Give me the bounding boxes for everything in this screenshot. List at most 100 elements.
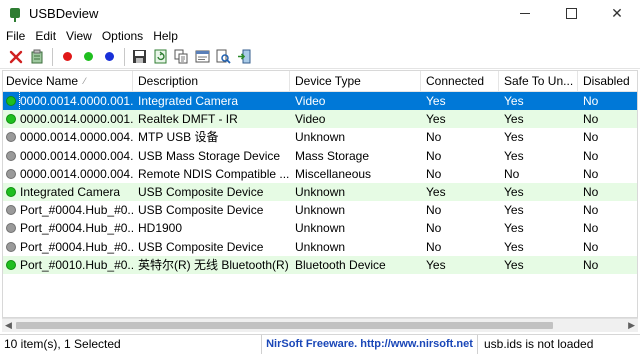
- col-disabled[interactable]: Disabled: [578, 71, 637, 91]
- find-button[interactable]: [213, 47, 233, 67]
- device-name-cell: Port_#0004.Hub_#0...: [3, 201, 133, 219]
- description-cell: USB Mass Storage Device: [138, 148, 281, 163]
- device-name-text: 0000.0014.0000.004....: [20, 166, 133, 181]
- column-header: Device Name ⁄ Description Device Type Con…: [3, 71, 637, 92]
- disconnect-button[interactable]: [6, 47, 26, 67]
- scroll-left-icon[interactable]: ◀: [5, 320, 12, 331]
- table-body: 0000.0014.0000.001.... Integrated Camera V…: [3, 92, 637, 274]
- device-type-cell: Miscellaneous: [295, 166, 372, 181]
- connected-cell: No: [426, 166, 442, 181]
- menu-file[interactable]: File: [0, 29, 30, 43]
- device-type-cell: Unknown: [295, 239, 346, 254]
- usb-ids-status: usb.ids is not loaded: [484, 337, 594, 351]
- device-name-text: 0000.0014.0000.004....: [20, 130, 133, 145]
- refresh-button[interactable]: [150, 47, 170, 67]
- menu-view[interactable]: View: [61, 29, 97, 43]
- device-name-text: Port_#0004.Hub_#0...: [20, 203, 133, 218]
- save-icon: [132, 50, 146, 63]
- connected-cell: Yes: [426, 257, 446, 272]
- description-cell: Realtek DMFT - IR: [138, 112, 238, 127]
- toolbar-separator: [52, 47, 53, 66]
- minimize-button[interactable]: [502, 0, 548, 27]
- description-cell: USB Composite Device: [138, 203, 264, 218]
- table-row[interactable]: Port_#0004.Hub_#0... USB Composite Device…: [3, 238, 637, 256]
- device-type-cell: Unknown: [295, 130, 346, 145]
- disabled-cell: No: [583, 203, 599, 218]
- nirsoft-link[interactable]: NirSoft Freeware. http://www.nirsoft.net: [262, 335, 478, 354]
- disconnected-status-icon: [6, 205, 16, 216]
- connected-cell: Yes: [426, 112, 446, 127]
- usb-plug-icon: [7, 6, 23, 22]
- device-name-text: 0000.0014.0000.001....: [19, 92, 133, 111]
- close-button[interactable]: ✕: [594, 0, 640, 27]
- disable-button[interactable]: [57, 47, 77, 67]
- connected-cell: Yes: [426, 185, 446, 200]
- description-cell: USB Composite Device: [138, 185, 264, 200]
- col-device-name[interactable]: Device Name ⁄: [3, 71, 133, 91]
- safe-to-unplug-cell: Yes: [504, 221, 524, 236]
- safe-to-unplug-cell: Yes: [504, 94, 524, 109]
- save-button[interactable]: [129, 47, 149, 67]
- green-dot-icon: [83, 52, 93, 61]
- table-row[interactable]: Integrated Camera USB Composite Device Unk…: [3, 182, 637, 202]
- device-name-cell: Port_#0010.Hub_#0...: [3, 256, 133, 274]
- menu-edit[interactable]: Edit: [30, 29, 61, 43]
- col-device-type[interactable]: Device Type: [290, 71, 421, 91]
- col-description[interactable]: Description: [133, 71, 290, 91]
- table-row[interactable]: Port_#0004.Hub_#0... HD1900 Unknown No Yes No: [3, 219, 637, 237]
- description-cell: HD1900: [138, 221, 183, 236]
- table-row[interactable]: Port_#0010.Hub_#0... 英特尔(R) 无线 Bluetooth(…: [3, 255, 637, 274]
- device-name-cell: 0000.0014.0000.004....: [3, 165, 133, 183]
- disabled-cell: No: [583, 185, 599, 200]
- disconnected-status-icon: [6, 132, 16, 143]
- disabled-cell: No: [583, 112, 599, 127]
- device-type-cell: Mass Storage: [295, 148, 370, 163]
- menu-options[interactable]: Options: [97, 29, 148, 43]
- connected-cell: No: [426, 239, 442, 254]
- find-icon: [216, 49, 231, 64]
- safe-to-unplug-cell: Yes: [504, 130, 524, 145]
- horizontal-scrollbar[interactable]: ◀ ▶: [2, 318, 638, 332]
- col-safe-to-unplug[interactable]: Safe To Un...: [499, 71, 578, 91]
- safe-to-unplug-cell: Yes: [504, 239, 524, 254]
- menu-help[interactable]: Help: [148, 29, 183, 43]
- device-type-cell: Unknown: [295, 221, 346, 236]
- device-name-cell: 0000.0014.0000.004....: [3, 147, 133, 165]
- table-row[interactable]: 0000.0014.0000.001.... Realtek DMFT - IR V…: [3, 110, 637, 129]
- status-item-count: 10 item(s), 1 Selected: [0, 335, 262, 354]
- close-icon: ✕: [611, 5, 623, 21]
- disable-enable-button[interactable]: [99, 47, 119, 67]
- safe-to-unplug-cell: Yes: [504, 185, 524, 200]
- exit-icon: [237, 49, 250, 64]
- copy-button[interactable]: [171, 47, 191, 67]
- device-list[interactable]: Device Name ⁄ Description Device Type Con…: [2, 70, 638, 318]
- properties-button[interactable]: [192, 47, 212, 67]
- exit-button[interactable]: [234, 47, 254, 67]
- table-row[interactable]: 0000.0014.0000.004.... MTP USB 设备 Unknown N…: [3, 128, 637, 146]
- table-row[interactable]: 0000.0014.0000.004.... USB Mass Storage D…: [3, 147, 637, 165]
- connected-cell: No: [426, 221, 442, 236]
- description-cell: Integrated Camera: [138, 94, 239, 109]
- table-row[interactable]: Port_#0004.Hub_#0... USB Composite Device…: [3, 201, 637, 219]
- device-name-text: 0000.0014.0000.004....: [20, 148, 133, 163]
- connected-status-icon: [6, 114, 16, 125]
- col-connected[interactable]: Connected: [421, 71, 499, 91]
- connected-cell: Yes: [426, 94, 446, 109]
- properties-icon: [195, 50, 209, 63]
- disabled-cell: No: [583, 148, 599, 163]
- device-type-cell: Unknown: [295, 203, 346, 218]
- disconnected-status-icon: [6, 150, 16, 161]
- device-type-cell: Unknown: [295, 185, 346, 200]
- device-name-text: 0000.0014.0000.001....: [20, 112, 133, 127]
- enable-button[interactable]: [78, 47, 98, 67]
- table-row[interactable]: 0000.0014.0000.004.... Remote NDIS Compat…: [3, 165, 637, 183]
- uninstall-button[interactable]: [27, 47, 47, 67]
- window-title: USBDeview: [29, 6, 99, 21]
- maximize-button[interactable]: [548, 0, 594, 27]
- connected-cell: No: [426, 148, 442, 163]
- scrollbar-thumb[interactable]: [16, 322, 553, 329]
- device-type-cell: Video: [295, 94, 326, 109]
- connected-status-icon: [6, 259, 16, 270]
- scroll-right-icon[interactable]: ▶: [628, 320, 635, 331]
- table-row[interactable]: 0000.0014.0000.001.... Integrated Camera V…: [3, 92, 637, 111]
